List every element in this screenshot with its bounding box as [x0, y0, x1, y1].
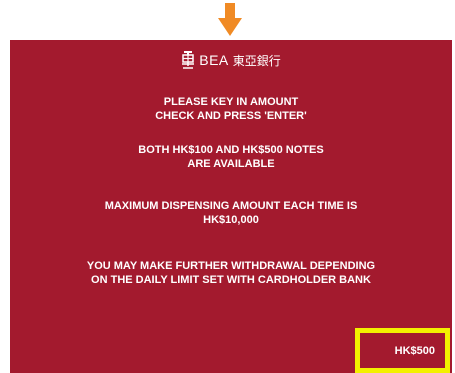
bank-logo: BEA 東亞銀行	[10, 50, 452, 70]
message-line: BOTH HK$100 AND HK$500 NOTES	[138, 144, 324, 156]
notes-available-message: BOTH HK$100 AND HK$500 NOTES ARE AVAILAB…	[10, 143, 452, 171]
hk500-option-highlight[interactable]: HK$500	[355, 328, 450, 373]
atm-screen: BEA 東亞銀行 PLEASE KEY IN AMOUNT CHECK AND …	[10, 40, 452, 373]
message-line: ON THE DAILY LIMIT SET WITH CARDHOLDER B…	[91, 274, 371, 286]
further-withdrawal-message: YOU MAY MAKE FURTHER WITHDRAWAL DEPENDIN…	[10, 259, 452, 287]
brand-latin-text: BEA	[199, 52, 229, 68]
message-line: YOU MAY MAKE FURTHER WITHDRAWAL DEPENDIN…	[86, 260, 376, 272]
bea-emblem-icon	[182, 51, 195, 69]
hk500-option-button[interactable]: HK$500	[395, 345, 435, 357]
max-dispensing-message: MAXIMUM DISPENSING AMOUNT EACH TIME IS H…	[10, 199, 452, 227]
brand-cjk-text: 東亞銀行	[232, 53, 281, 68]
enter-amount-message: PLEASE KEY IN AMOUNT CHECK AND PRESS 'EN…	[10, 95, 452, 123]
message-line: ARE AVAILABLE	[187, 158, 275, 170]
message-line: PLEASE KEY IN AMOUNT	[163, 96, 299, 108]
down-arrow-icon	[218, 3, 242, 36]
message-line: CHECK AND PRESS 'ENTER'	[155, 110, 307, 122]
message-line: MAXIMUM DISPENSING AMOUNT EACH TIME IS	[104, 200, 358, 212]
message-line: HK$10,000	[203, 214, 259, 226]
